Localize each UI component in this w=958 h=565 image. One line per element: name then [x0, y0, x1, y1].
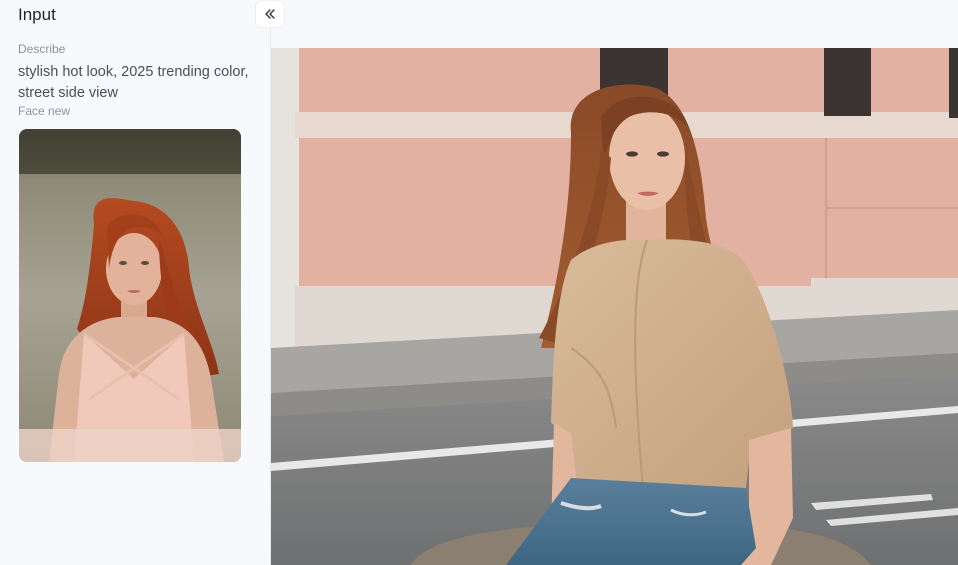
double-chevron-left-icon: [265, 9, 275, 19]
sidebar-title: Input: [18, 5, 56, 24]
result-image-content: [271, 48, 958, 565]
result-image[interactable]: [271, 48, 958, 565]
face-thumbnail[interactable]: [19, 129, 241, 462]
face-thumbnail-image: [19, 129, 241, 462]
face-label: Face new: [18, 104, 71, 118]
collapse-sidebar-button[interactable]: [255, 0, 285, 28]
describe-text: stylish hot look, 2025 trending color, s…: [18, 64, 249, 101]
sidebar: Input Describe stylish hot look, 2025 tr…: [0, 0, 270, 565]
describe-label: Describe: [18, 42, 66, 56]
